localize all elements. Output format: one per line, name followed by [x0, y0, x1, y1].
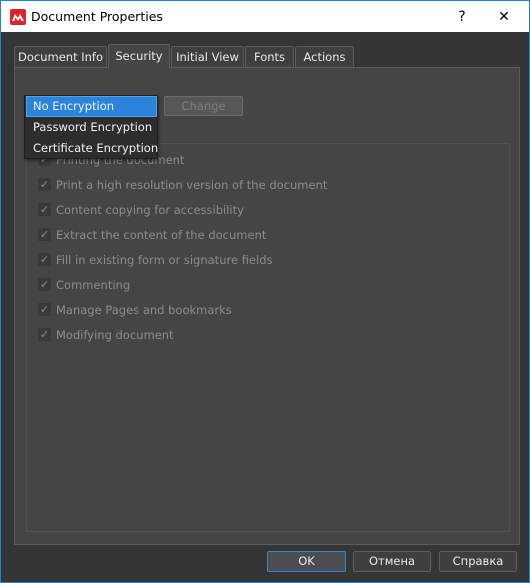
app-logo-icon	[10, 9, 26, 25]
permission-label: Manage Pages and bookmarks	[56, 303, 232, 317]
permission-label: Content copying for accessibility	[56, 203, 244, 217]
permission-label: Commenting	[56, 278, 131, 292]
permission-label: Modifying document	[56, 328, 174, 342]
permission-label: Print a high resolution version of the d…	[56, 178, 328, 192]
checkbox-check-icon[interactable]: ✓	[38, 253, 51, 266]
tab-document-info[interactable]: Document Info	[14, 46, 107, 68]
change-button[interactable]: Change	[164, 96, 243, 116]
dropdown-option-password-encryption[interactable]: Password Encryption	[26, 117, 157, 138]
tab-fonts[interactable]: Fonts	[245, 46, 294, 68]
help-icon[interactable]: ?	[452, 7, 472, 27]
dropdown-option-no-encryption[interactable]: No Encryption	[26, 96, 157, 117]
tab-actions[interactable]: Actions	[295, 46, 354, 68]
help-button[interactable]: Справка	[439, 551, 517, 572]
tab-security[interactable]: Security	[108, 44, 170, 69]
checkbox-check-icon[interactable]: ✓	[38, 178, 51, 191]
checkbox-check-icon[interactable]: ✓	[38, 278, 51, 291]
checkbox-check-icon[interactable]: ✓	[38, 328, 51, 341]
checkbox-check-icon[interactable]: ✓	[38, 203, 51, 216]
cancel-button[interactable]: Отмена	[353, 551, 431, 572]
title-bar: Document Properties ? ✕	[1, 1, 529, 32]
document-properties-dialog: Document Properties ? ✕ Document Info Se…	[0, 0, 530, 583]
permission-label: Extract the content of the document	[56, 228, 267, 242]
ok-button[interactable]: OK	[267, 551, 346, 572]
permissions-group: ✓ Printing the document ✓ Print a high r…	[26, 143, 510, 532]
window-title: Document Properties	[31, 9, 163, 24]
checkbox-check-icon[interactable]: ✓	[38, 303, 51, 316]
dropdown-option-certificate-encryption[interactable]: Certificate Encryption	[26, 138, 158, 159]
encryption-dropdown-list[interactable]: No Encryption Password Encryption Certif…	[24, 95, 158, 159]
permission-label: Fill in existing form or signature field…	[56, 253, 273, 267]
tab-initial-view[interactable]: Initial View	[171, 46, 244, 68]
close-icon[interactable]: ✕	[494, 7, 514, 27]
checkbox-check-icon[interactable]: ✓	[38, 228, 51, 241]
